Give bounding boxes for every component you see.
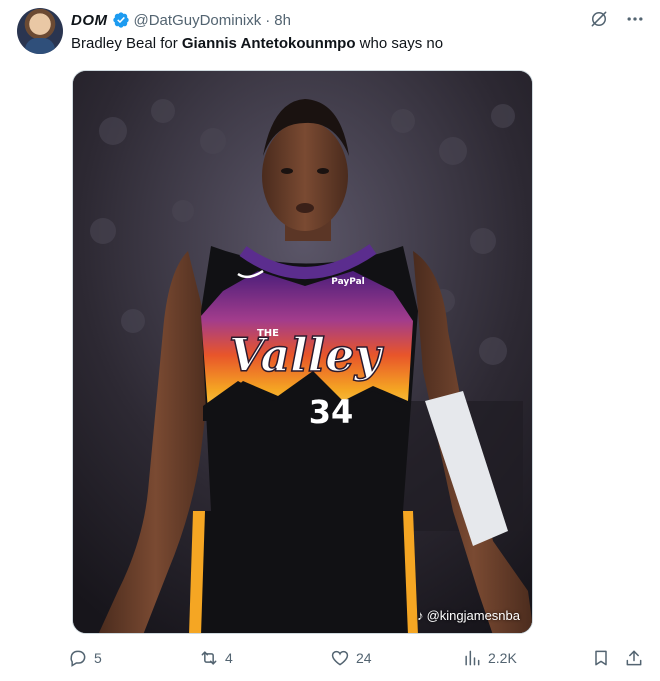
tiktok-icon: ♪ (417, 608, 424, 623)
jersey-title: Valley (229, 328, 384, 382)
retweet-button[interactable]: 4 (199, 648, 233, 668)
grok-icon[interactable] (588, 8, 610, 30)
watermark-text: @kingjamesnba (426, 608, 520, 623)
heart-icon (331, 650, 349, 666)
share-icon (626, 650, 642, 666)
verified-badge-icon (112, 11, 130, 29)
like-button[interactable]: 24 (330, 648, 372, 668)
display-name[interactable]: DOM (71, 12, 108, 29)
views-icon (465, 650, 480, 666)
jersey-number: 34 (309, 393, 354, 431)
retweet-count: 4 (225, 650, 233, 666)
tweet-text-before: Bradley Beal for (71, 35, 182, 52)
header-actions (588, 8, 646, 30)
tweet-media-image[interactable]: Valley THE 34 PayPal ♪ @kingjamesnba (72, 70, 533, 634)
tweet-actions: 5 4 24 2.2K (68, 648, 648, 672)
view-count: 2.2K (488, 650, 517, 666)
tweet-time[interactable]: 8h (274, 12, 291, 29)
tweet-header: DOM @DatGuyDominixk · 8h (71, 10, 291, 30)
bookmark-icon (595, 650, 607, 666)
retweet-icon (201, 651, 217, 665)
tweet-text: Bradley Beal for Giannis Antetokounmpo w… (71, 34, 443, 54)
separator-dot: · (265, 11, 271, 29)
avatar[interactable] (17, 8, 63, 54)
reply-icon (70, 650, 86, 667)
share-button[interactable] (624, 648, 644, 668)
jersey-small-text: THE (257, 328, 279, 339)
tweet-text-after: who says no (355, 35, 444, 52)
avatar-shirt (25, 38, 55, 54)
like-count: 24 (356, 650, 372, 666)
tweet[interactable]: DOM @DatGuyDominixk · 8h Bradley Beal fo… (0, 0, 660, 681)
media-watermark: ♪ @kingjamesnba (417, 608, 520, 623)
jersey-sponsor: PayPal (331, 277, 365, 287)
views-button[interactable]: 2.2K (462, 648, 517, 668)
reply-button[interactable]: 5 (68, 648, 102, 668)
reply-count: 5 (94, 650, 102, 666)
more-icon[interactable] (624, 8, 646, 30)
bookmark-button[interactable] (591, 648, 611, 668)
author-handle[interactable]: @DatGuyDominixk (134, 12, 262, 29)
tweet-text-bold: Giannis Antetokounmpo (181, 35, 356, 52)
player-photo: Valley THE 34 PayPal (73, 71, 532, 633)
